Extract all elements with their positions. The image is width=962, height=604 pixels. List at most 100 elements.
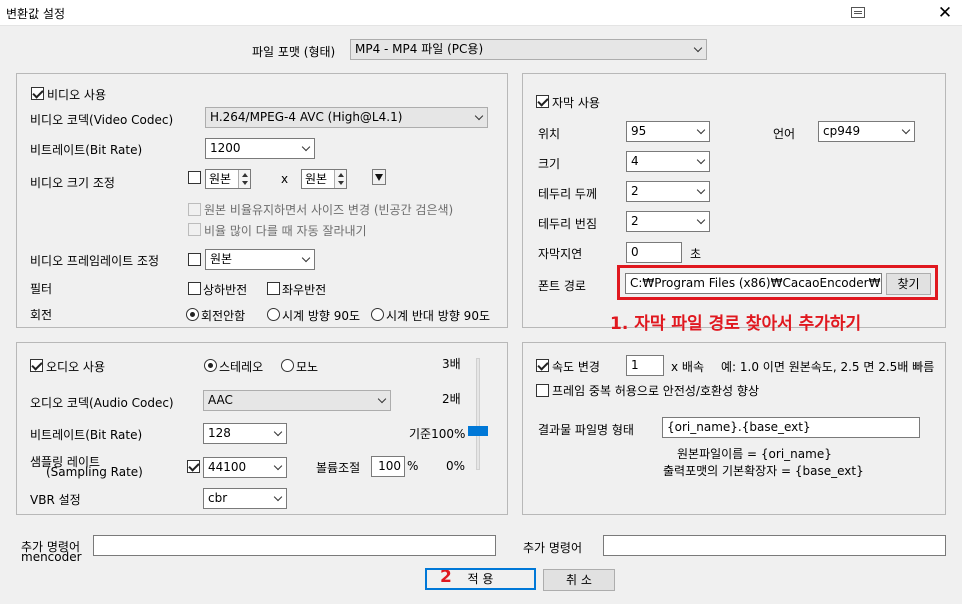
sub-lang-value: cp949 — [823, 124, 861, 138]
rotate-ccw-radio[interactable] — [371, 308, 384, 321]
stereo-radio[interactable] — [204, 359, 217, 372]
title-bar: 변환값 설정 ✕ — [0, 0, 962, 26]
sub-pos-select[interactable]: 95 — [626, 121, 710, 142]
scale-2x-label: 2배 — [442, 392, 461, 406]
format-label: 파일 포맷 (형태) — [252, 45, 336, 59]
spinner-arrows-icon[interactable] — [238, 170, 250, 188]
size-preset-dropdown[interactable] — [372, 169, 386, 185]
auto-crop-checkbox[interactable] — [188, 223, 201, 236]
video-bitrate-select[interactable]: 1200 — [205, 138, 315, 159]
sub-font-path-input[interactable]: C:₩Program Files (x86)₩CacaoEncoder₩m — [625, 273, 882, 294]
flip-horizontal-checkbox[interactable] — [267, 282, 280, 295]
sub-lang-label: 언어 — [773, 127, 796, 141]
samplerate-select[interactable]: 44100 — [203, 457, 287, 478]
video-width-spinner[interactable]: 원본 — [205, 169, 251, 189]
sub-size-value: 4 — [631, 154, 639, 168]
settings-window: 변환값 설정 ✕ 파일 포맷 (형태) MP4 - MP4 파일 (PC용) 비… — [0, 0, 962, 604]
cancel-button[interactable]: 취 소 — [543, 569, 615, 591]
volume-label: 볼륨조절 — [316, 461, 361, 475]
sub-size-select[interactable]: 4 — [626, 151, 710, 172]
video-size-label: 비디오 크기 조정 — [30, 176, 115, 190]
result-name-label: 결과물 파일명 형태 — [538, 423, 634, 437]
video-use-checkbox[interactable] — [31, 87, 44, 100]
audio-bitrate-select[interactable]: 128 — [203, 423, 287, 444]
speed-change-label: 속도 변경 — [552, 360, 600, 374]
video-width-value: 원본 — [209, 172, 232, 186]
close-button[interactable]: ✕ — [932, 2, 958, 24]
rotate-label: 회전 — [30, 308, 53, 322]
speed-example: 예: 1.0 이면 원본속도, 2.5 면 2.5배 빠름 — [721, 360, 935, 374]
result-name-input[interactable]: {ori_name}.{base_ext} — [662, 417, 920, 438]
rotate-none-label: 회전안함 — [201, 309, 246, 323]
spinner-arrows-icon[interactable] — [334, 170, 346, 188]
audio-bitrate-label: 비트레이트(Bit Rate) — [30, 428, 143, 442]
apply-label: 적 용 — [467, 572, 494, 586]
rotate-cw-radio[interactable] — [267, 308, 280, 321]
scale-3x-label: 3배 — [442, 357, 461, 371]
framerate-checkbox[interactable] — [188, 253, 201, 266]
keep-ratio-label: 원본 비율유지하면서 사이즈 변경 (빈공간 검은색) — [204, 203, 454, 217]
format-select[interactable]: MP4 - MP4 파일 (PC용) — [350, 39, 707, 60]
vbr-select[interactable]: cbr — [203, 488, 287, 509]
sub-border-value: 2 — [631, 184, 639, 198]
sub-delay-unit: 초 — [690, 247, 702, 261]
sub-delay-input[interactable]: 0 — [626, 242, 682, 263]
extra-cmd-right-input[interactable] — [603, 535, 946, 556]
samplerate-value: 44100 — [208, 460, 247, 474]
speed-change-checkbox[interactable] — [536, 359, 549, 372]
video-use-label: 비디오 사용 — [47, 88, 107, 102]
keep-ratio-checkbox[interactable] — [188, 203, 201, 216]
rotate-none-radio[interactable] — [186, 308, 199, 321]
samplerate-checkbox[interactable] — [187, 460, 200, 473]
audio-use-checkbox[interactable] — [30, 359, 43, 372]
apply-button[interactable]: 적 용 — [425, 568, 536, 590]
audio-codec-label: 오디오 코덱(Audio Codec) — [30, 396, 174, 410]
volume-unit: % — [407, 459, 419, 473]
framerate-select[interactable]: 원본 — [205, 249, 315, 270]
audio-use-label: 오디오 사용 — [46, 360, 106, 374]
sub-blur-label: 테두리 번짐 — [538, 217, 598, 231]
annotation-step1: 1. 자막 파일 경로 찾아서 추가하기 — [610, 314, 862, 334]
sub-pos-label: 위치 — [538, 127, 561, 141]
subtitle-use-label: 자막 사용 — [552, 96, 600, 110]
video-codec-label: 비디오 코덱(Video Codec) — [30, 113, 174, 127]
sub-pos-value: 95 — [631, 124, 647, 138]
volume-input[interactable]: 100 — [371, 456, 405, 477]
scale-0-label: 0% — [446, 459, 466, 473]
audio-codec-value: AAC — [208, 393, 233, 407]
framerate-label: 비디오 프레임레이트 조정 — [30, 254, 160, 268]
speed-input[interactable]: 1 — [626, 355, 664, 376]
speed-unit: x 배속 — [671, 360, 704, 374]
video-height-spinner[interactable]: 원본 — [301, 169, 347, 189]
result-hint-1: 원본파일이름 = {ori_name} — [677, 447, 832, 461]
stereo-label: 스테레오 — [219, 360, 264, 374]
sub-lang-select[interactable]: cp949 — [818, 121, 915, 142]
audio-bitrate-value: 128 — [208, 426, 231, 440]
mono-radio[interactable] — [281, 359, 294, 372]
rotate-ccw-label: 시계 반대 방향 90도 — [386, 309, 490, 323]
sub-font-label: 폰트 경로 — [538, 279, 586, 293]
video-size-checkbox[interactable] — [188, 171, 201, 184]
browse-button[interactable]: 찾기 — [886, 273, 931, 295]
keyboard-icon[interactable] — [851, 7, 865, 18]
result-hint-2: 출력포맷의 기본확장자 = {base_ext} — [663, 464, 864, 478]
volume-slider-thumb[interactable] — [468, 426, 488, 436]
samplerate-label-en: (Sampling Rate) — [46, 465, 143, 479]
flip-horizontal-label: 좌우반전 — [282, 283, 327, 297]
vbr-label: VBR 설정 — [30, 493, 81, 507]
filter-label: 필터 — [30, 282, 53, 296]
framerate-value: 원본 — [210, 252, 233, 266]
video-codec-select[interactable]: H.264/MPEG-4 AVC (High@L4.1) — [205, 107, 488, 128]
volume-slider-track[interactable] — [476, 358, 480, 470]
audio-codec-select[interactable]: AAC — [203, 390, 391, 411]
frame-dup-checkbox[interactable] — [536, 384, 549, 397]
sub-border-select[interactable]: 2 — [626, 181, 710, 202]
flip-vertical-label: 상하반전 — [203, 283, 248, 297]
flip-vertical-checkbox[interactable] — [188, 282, 201, 295]
frame-dup-label: 프레임 중복 허용으로 안전성/호환성 향상 — [552, 384, 759, 398]
sub-blur-select[interactable]: 2 — [626, 211, 710, 232]
video-bitrate-value: 1200 — [210, 141, 241, 155]
vbr-value: cbr — [208, 491, 228, 505]
subtitle-use-checkbox[interactable] — [536, 95, 549, 108]
extra-cmd-left-input[interactable] — [93, 535, 496, 556]
